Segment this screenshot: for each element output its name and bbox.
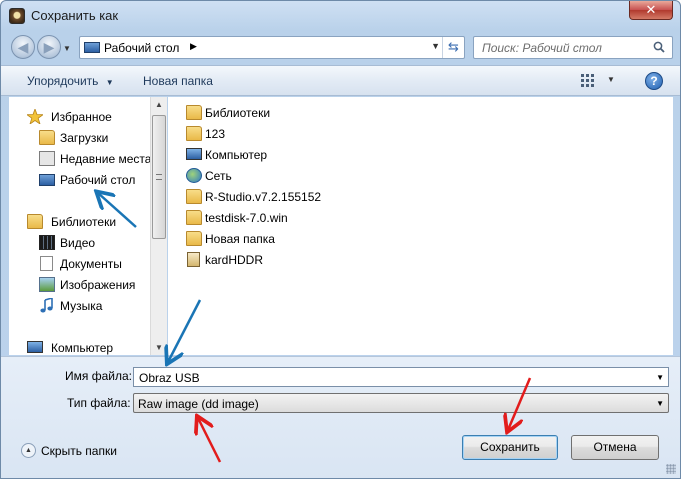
folder-icon — [186, 231, 202, 246]
address-dropdown-icon[interactable]: ▼ — [431, 41, 440, 51]
address-breadcrumb[interactable]: Рабочий стол — [104, 41, 179, 55]
pictures-icon — [39, 277, 55, 292]
star-icon — [27, 109, 43, 124]
libraries-icon — [186, 105, 202, 120]
chevron-down-icon[interactable]: ▼ — [656, 399, 664, 408]
search-placeholder: Поиск: Рабочий стол — [482, 41, 602, 55]
help-button[interactable]: ? — [645, 72, 663, 90]
documents-icon — [40, 256, 53, 271]
command-toolbar: Упорядочить ▼ Новая папка ▼ ? — [1, 65, 680, 96]
music-icon — [40, 298, 53, 313]
view-options-icon[interactable] — [581, 73, 597, 87]
video-icon — [39, 235, 55, 250]
desktop-icon — [39, 174, 55, 186]
navigation-bar: ◀ ▶ ▼ Рабочий стол ▶ ▼ ⇆ Поиск: Рабочий … — [1, 31, 680, 63]
chevron-down-icon[interactable]: ▼ — [656, 373, 664, 382]
breadcrumb-chevron-icon[interactable]: ▶ — [190, 41, 197, 52]
search-icon — [653, 41, 665, 53]
dialog-title: Сохранить как — [31, 8, 119, 23]
search-input[interactable]: Поиск: Рабочий стол — [473, 36, 673, 59]
resize-grip-icon[interactable] — [666, 464, 676, 474]
downloads-folder-icon — [39, 130, 55, 145]
scroll-up-icon[interactable]: ▲ — [155, 100, 163, 109]
close-button[interactable]: ✕ — [629, 1, 673, 20]
user-folder-icon — [186, 126, 202, 141]
scroll-down-icon[interactable]: ▼ — [155, 343, 163, 352]
navigation-pane: Избранное Загрузки Недавние места Рабочи… — [9, 97, 167, 355]
recent-places-icon — [39, 151, 55, 166]
forward-arrow-icon: ▶ — [43, 39, 55, 55]
folder-icon — [186, 210, 202, 225]
new-folder-button[interactable]: Новая папка — [143, 74, 213, 88]
title-bar: Сохранить как ✕ — [1, 1, 680, 31]
scroll-thumb[interactable] — [152, 115, 166, 239]
save-as-dialog: Сохранить как ✕ ◀ ▶ ▼ Рабочий стол ▶ ▼ ⇆… — [0, 0, 681, 479]
file-icon — [187, 252, 200, 267]
filename-value[interactable]: Obraz USB — [139, 371, 200, 385]
refresh-icon: ⇆ — [448, 39, 459, 54]
filetype-select[interactable]: Raw image (dd image) ▼ — [133, 393, 669, 413]
organize-button[interactable]: Упорядочить ▼ — [27, 74, 114, 88]
chevron-down-icon: ▼ — [105, 78, 114, 87]
filetype-label: Тип файла: — [67, 396, 131, 410]
collapse-up-icon: ▲ — [21, 443, 36, 458]
back-button[interactable]: ◀ — [11, 35, 35, 59]
forward-button[interactable]: ▶ — [37, 35, 61, 59]
computer-icon — [27, 341, 43, 353]
recent-pages-dropdown[interactable]: ▼ — [63, 44, 73, 54]
filetype-value: Raw image (dd image) — [138, 397, 259, 411]
view-dropdown-icon[interactable]: ▼ — [607, 75, 615, 84]
computer-icon — [186, 148, 202, 160]
filename-input[interactable]: Obraz USB ▼ — [133, 367, 669, 387]
libraries-icon — [27, 214, 43, 229]
address-bar[interactable]: Рабочий стол ▶ ▼ ⇆ — [79, 36, 465, 59]
sidebar-scrollbar[interactable]: ▲ ▼ — [150, 97, 167, 355]
app-icon — [9, 8, 25, 24]
file-list: Библиотеки 123 Компьютер Сеть R-Studio.v… — [168, 97, 673, 355]
save-button[interactable]: Сохранить — [462, 435, 558, 460]
desktop-icon — [84, 42, 100, 53]
back-arrow-icon: ◀ — [17, 39, 29, 55]
filename-label: Имя файла: — [65, 369, 132, 383]
folder-icon — [186, 189, 202, 204]
cancel-button[interactable]: Отмена — [571, 435, 659, 460]
refresh-button[interactable]: ⇆ — [442, 37, 464, 58]
network-icon — [186, 168, 202, 183]
